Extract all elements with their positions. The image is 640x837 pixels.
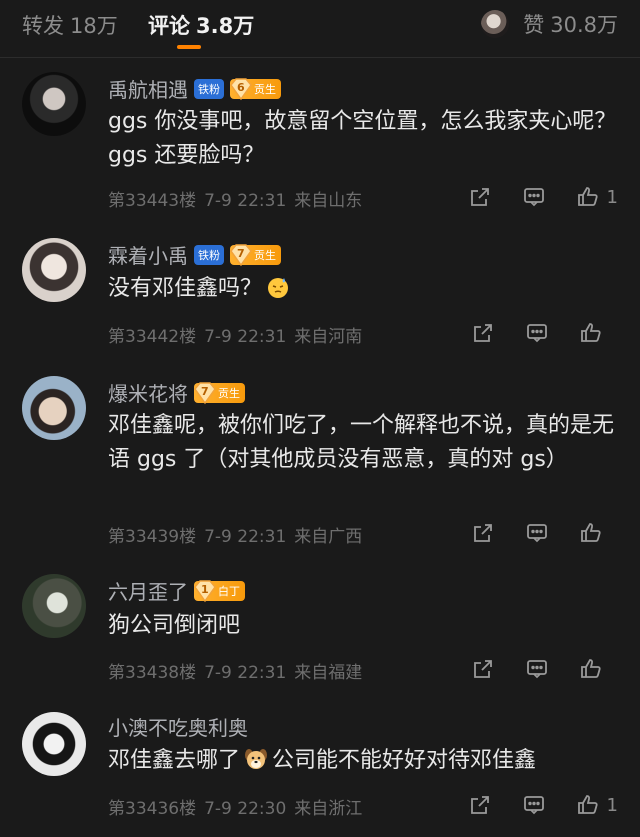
- comment-item: 爆米花将 7 贡生 邓佳鑫呢，被你们吃了，一个解释也不说，真的是无语 ggs 了…: [0, 362, 640, 562]
- comment-time: 7-9 22:31: [204, 663, 287, 683]
- avatar[interactable]: [22, 72, 86, 136]
- floor-number: 第33439楼: [108, 527, 197, 547]
- thumbs-up-icon[interactable]: [575, 792, 601, 818]
- floor-number: 第33443楼: [108, 191, 197, 211]
- level-number: 6: [237, 80, 245, 94]
- floor-number: 第33438楼: [108, 663, 197, 683]
- comment-icon[interactable]: [521, 184, 547, 210]
- share-icon[interactable]: [467, 792, 493, 818]
- comment-time: 7-9 22:31: [204, 191, 287, 211]
- avatar[interactable]: [22, 574, 86, 638]
- comment-location: 来自山东: [294, 191, 363, 211]
- comment-item: 六月歪了 1 白丁 狗公司倒闭吧 第33438楼 7-9 22:31 来自福建: [0, 562, 640, 700]
- level-badge: 7 贡生: [230, 243, 281, 266]
- tab-like-label: 赞: [523, 13, 545, 37]
- thumbs-up-icon[interactable]: [578, 520, 604, 546]
- comment-text: 邓佳鑫呢，被你们吃了，一个解释也不说，真的是无语 ggs 了（对其他成员没有恶意…: [108, 413, 615, 472]
- tab-repost-count: 18万: [70, 14, 118, 38]
- tab-like-count: 30.8万: [550, 13, 618, 37]
- comment-text-before: 邓佳鑫去哪了: [108, 748, 241, 773]
- floor-number: 第33436楼: [108, 799, 197, 819]
- comment-icon[interactable]: [521, 792, 547, 818]
- sweat-emoji-icon: [266, 275, 290, 299]
- floor-number: 第33442楼: [108, 327, 197, 347]
- tab-repost[interactable]: 转发 18万: [22, 10, 118, 40]
- comment-tab-bar: 转发 18万 评论 3.8万 赞 30.8万: [0, 0, 640, 58]
- comment-meta: 第33443楼 7-9 22:31 来自山东: [108, 186, 370, 211]
- like-count: 1: [606, 794, 618, 816]
- comment-location: 来自广西: [294, 527, 363, 547]
- thumbs-up-icon[interactable]: [575, 184, 601, 210]
- active-tab-indicator: [177, 45, 201, 49]
- comment-meta: 第33436楼 7-9 22:30 来自浙江: [108, 794, 370, 819]
- comment-icon[interactable]: [524, 520, 550, 546]
- level-number: 7: [201, 384, 209, 398]
- fan-badge: 铁粉: [194, 244, 224, 265]
- level-number: 7: [237, 246, 245, 260]
- fan-badge: 铁粉: [194, 78, 224, 99]
- avatar[interactable]: [22, 238, 86, 302]
- username[interactable]: 霖着小禹: [108, 240, 188, 269]
- comment-meta: 第33438楼 7-9 22:31 来自福建: [108, 658, 370, 683]
- tab-comment[interactable]: 评论 3.8万: [148, 10, 254, 40]
- comment-text: 狗公司倒闭吧: [108, 613, 241, 638]
- level-label: 贡生: [254, 248, 276, 262]
- comment-location: 来自浙江: [294, 799, 363, 819]
- level-badge: 1 白丁: [194, 579, 245, 602]
- level-label: 白丁: [218, 584, 240, 598]
- thumbs-up-icon[interactable]: [578, 656, 604, 682]
- level-number: 1: [201, 582, 209, 596]
- dog-emoji-icon: [244, 747, 268, 771]
- level-label: 贡生: [218, 386, 240, 400]
- comment-text: 没有邓佳鑫吗？: [108, 272, 618, 306]
- comment-time: 7-9 22:30: [204, 799, 287, 819]
- comment-icon[interactable]: [524, 320, 550, 346]
- comment-item: 禹航相遇 铁粉 6 贡生 ggs 你没事吧，故意留个空位置，怎么我家夹心呢？gg…: [0, 58, 640, 222]
- share-icon[interactable]: [467, 184, 493, 210]
- thumbs-up-icon[interactable]: [578, 320, 604, 346]
- tab-comment-count: 3.8万: [196, 14, 255, 38]
- username[interactable]: 禹航相遇: [108, 74, 188, 103]
- tab-comment-label: 评论: [148, 14, 190, 38]
- like-count: 1: [606, 186, 618, 208]
- comment-icon[interactable]: [524, 656, 550, 682]
- username[interactable]: 爆米花将: [108, 378, 188, 407]
- comment-item: 小澳不吃奥利奥 邓佳鑫去哪了 公司能不能好好对待邓佳鑫 第33436楼 7-9 22…: [0, 700, 640, 837]
- comment-text-after: 公司能不能好好对待邓佳鑫: [272, 748, 537, 773]
- username[interactable]: 六月歪了: [108, 576, 188, 605]
- comment-text-content: 没有邓佳鑫吗？: [108, 276, 263, 301]
- level-badge: 7 贡生: [194, 381, 245, 404]
- comment-text: ggs 你没事吧，故意留个空位置，怎么我家夹心呢？ggs 还要脸吗？: [108, 109, 617, 168]
- username[interactable]: 小澳不吃奥利奥: [108, 712, 248, 741]
- liker-avatar: [481, 10, 510, 38]
- level-label: 贡生: [254, 82, 276, 96]
- comment-time: 7-9 22:31: [204, 527, 287, 547]
- level-badge: 6 贡生: [230, 77, 281, 100]
- share-icon[interactable]: [470, 520, 496, 546]
- avatar[interactable]: [22, 376, 86, 440]
- avatar[interactable]: [22, 712, 86, 776]
- tab-repost-label: 转发: [22, 14, 64, 38]
- comment-meta: 第33442楼 7-9 22:31 来自河南: [108, 322, 370, 347]
- comment-item: 霖着小禹 铁粉 7 贡生 没有邓佳鑫吗？ 第33442楼 7-9 22:31 来自河…: [0, 222, 640, 362]
- comment-meta: 第33439楼 7-9 22:31 来自广西: [108, 522, 370, 547]
- share-icon[interactable]: [470, 320, 496, 346]
- comment-location: 来自福建: [294, 663, 363, 683]
- share-icon[interactable]: [470, 656, 496, 682]
- comment-text: 邓佳鑫去哪了 公司能不能好好对待邓佳鑫: [108, 744, 618, 778]
- tab-like[interactable]: 赞 30.8万: [481, 8, 618, 40]
- comment-time: 7-9 22:31: [204, 327, 287, 347]
- comment-location: 来自河南: [294, 327, 363, 347]
